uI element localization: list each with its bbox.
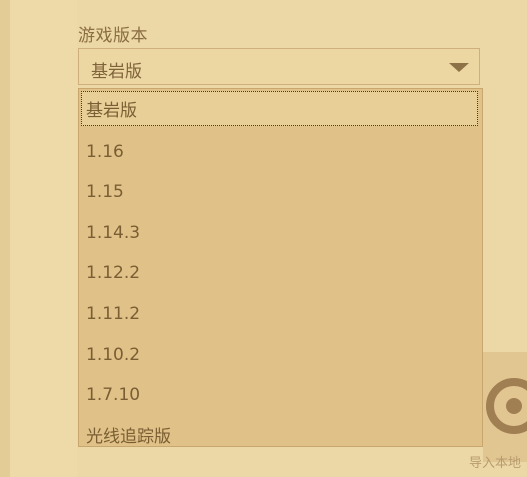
game-version-selected-value: 基岩版	[91, 62, 142, 82]
option-1-12-2[interactable]: 1.12.2	[81, 255, 478, 290]
option-1-7-10[interactable]: 1.7.10	[81, 377, 478, 412]
left-strip	[0, 0, 10, 477]
game-version-select[interactable]: 基岩版	[78, 48, 480, 85]
option-1-11-2[interactable]: 1.11.2	[81, 296, 478, 331]
option-1-15[interactable]: 1.15	[81, 174, 478, 209]
import-local-icon	[486, 378, 527, 434]
option-1-14-3[interactable]: 1.14.3	[81, 215, 478, 250]
option-1-10-2[interactable]: 1.10.2	[81, 337, 478, 372]
import-local-label: 导入本地	[469, 456, 522, 471]
game-version-dropdown: 基岩版 1.16 1.15 1.14.3 1.12.2 1.11.2 1.10.…	[78, 88, 483, 447]
option-1-16[interactable]: 1.16	[81, 134, 478, 169]
option-ray-tracing[interactable]: 光线追踪版	[81, 417, 478, 446]
option-bedrock[interactable]: 基岩版	[81, 91, 478, 126]
chevron-down-icon	[449, 63, 469, 72]
game-version-label: 游戏版本	[78, 26, 148, 46]
